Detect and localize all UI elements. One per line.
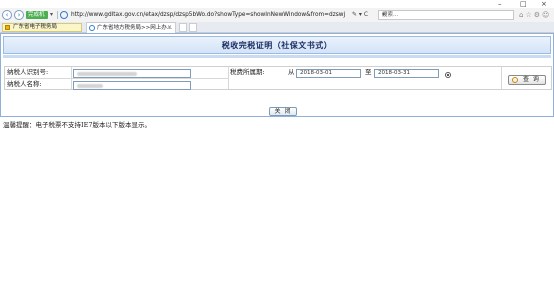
tab-list-button[interactable] xyxy=(189,23,197,32)
address-row: ‹ › 完成机关 ▾ http://www.gdltax.gov.cn/etax… xyxy=(0,8,554,26)
tab-bar: 广东省电子税务局 广东省地方税务局>>网上办... × xyxy=(0,22,554,33)
favorite-link-label: 广东省电子税务局 xyxy=(13,24,58,30)
address-separator xyxy=(57,11,58,19)
period-to-label: 至 xyxy=(365,68,372,76)
forward-arrow-icon: › xyxy=(17,11,21,19)
ie-tab-icon xyxy=(89,25,95,31)
close-button[interactable]: 关 闭 xyxy=(269,107,297,116)
compat-dropdown-icon[interactable]: ▾ xyxy=(50,11,53,19)
table-col-divider xyxy=(71,67,72,89)
favorite-folder-icon xyxy=(5,25,10,30)
page-title: 税收完税证明（社保文书式） xyxy=(221,40,333,50)
taxpayer-name-field[interactable] xyxy=(73,81,191,90)
search-input[interactable]: 搜索... ⌕ ▾ xyxy=(378,10,514,20)
back-arrow-icon: ‹ xyxy=(5,11,9,19)
notice-text: 温馨提醒：电子税票不支持IE7版本以下版本显示。 xyxy=(3,121,151,129)
url-input[interactable]: http://www.gdltax.gov.cn/etax/dzsp/dzsp5… xyxy=(71,10,351,20)
ie-page-icon xyxy=(60,11,68,19)
url-tools-icons[interactable]: ✎ ▾ C xyxy=(352,10,368,20)
favorite-link[interactable]: 广东省电子税务局 xyxy=(2,23,82,32)
toolbar-right-icons[interactable]: ⌂☆⚙☺ xyxy=(519,10,551,20)
title-banner: 税收完税证明（社保文书式） xyxy=(3,36,551,54)
table-col-divider xyxy=(501,67,502,89)
taxpayer-id-field[interactable] xyxy=(73,69,191,78)
redacted-taxpayer-name xyxy=(77,84,103,88)
tax-period-label: 税费所属期: xyxy=(230,68,265,76)
maximize-button[interactable]: □ xyxy=(520,0,527,8)
back-button[interactable]: ‹ xyxy=(2,10,12,20)
table-col-divider xyxy=(228,67,229,89)
forward-button[interactable]: › xyxy=(14,10,24,20)
tab-label: 广东省地方税务局>>网上办... xyxy=(97,25,172,31)
period-radio[interactable] xyxy=(445,72,451,78)
tab-close-icon[interactable]: × xyxy=(167,23,172,33)
page-content: 税收完税证明（社保文书式） 纳税人识别号: 纳税人名称: 税费所属期: 从 20… xyxy=(0,33,554,292)
search-dropdown-icon[interactable]: ▾ xyxy=(382,11,511,19)
compat-mode-badge[interactable]: 完成机关 xyxy=(26,11,48,26)
period-from-label: 从 xyxy=(288,68,295,76)
taxpayer-name-label: 纳税人名称: xyxy=(7,80,42,88)
tab-active[interactable]: 广东省地方税务局>>网上办... × xyxy=(86,22,176,33)
banner-divider xyxy=(3,55,551,58)
taxpayer-id-label: 纳税人识别号: xyxy=(7,68,49,76)
minimize-button[interactable]: – xyxy=(498,0,502,8)
query-button[interactable]: 查 询 xyxy=(508,75,546,85)
query-button-label: 查 询 xyxy=(523,76,540,83)
window-title-bar: – □ × xyxy=(0,0,554,8)
close-window-button[interactable]: × xyxy=(541,0,547,8)
date-from-input[interactable]: 2018-03-01 xyxy=(296,69,361,78)
new-tab-button[interactable] xyxy=(179,23,187,32)
redacted-taxpayer-id xyxy=(77,72,137,76)
certificate-form-panel: 税收完税证明（社保文书式） 纳税人识别号: 纳税人名称: 税费所属期: 从 20… xyxy=(0,33,554,117)
magnifier-icon xyxy=(512,77,518,83)
date-to-input[interactable]: 2018-03-31 xyxy=(374,69,439,78)
